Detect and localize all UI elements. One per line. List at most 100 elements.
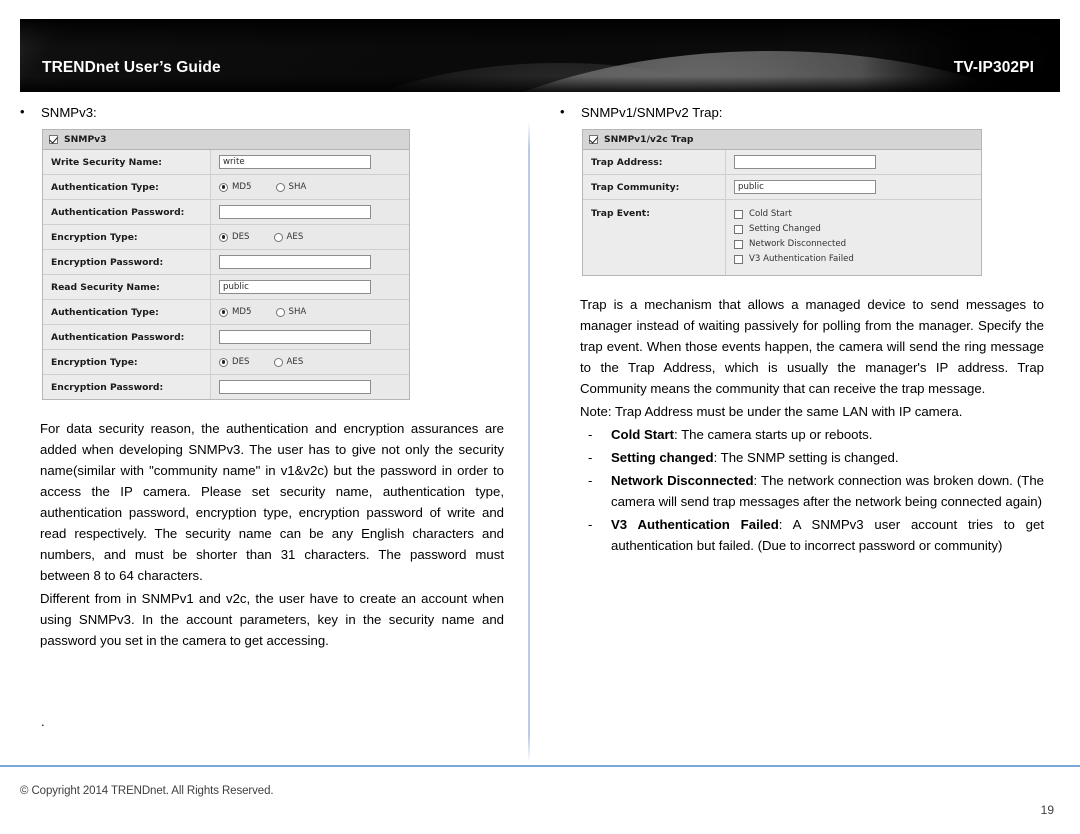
snmpv3-description-paragraph: For data security reason, the authentica… bbox=[40, 421, 504, 583]
read-encryption-password-input[interactable] bbox=[219, 380, 371, 394]
trap-community-cell: public bbox=[726, 175, 981, 199]
trap-enable-checkbox-icon[interactable] bbox=[589, 135, 598, 144]
event-term-v3-auth-failed: V3 Authentication Failed bbox=[611, 517, 779, 532]
read-auth-password-cell bbox=[211, 325, 409, 349]
read-encryption-type-aes-label: AES bbox=[286, 357, 304, 367]
read-encryption-type-option-aes[interactable]: AES bbox=[273, 357, 304, 367]
trap-note-paragraph: Note: Trap Address must be under the sam… bbox=[580, 404, 963, 419]
trap-community-label: Trap Community: bbox=[583, 175, 726, 199]
snmpv3-enable-checkbox-icon[interactable] bbox=[49, 135, 58, 144]
snmpv3-bullet-heading: SNMPv3: bbox=[16, 103, 516, 121]
write-auth-password-cell bbox=[211, 200, 409, 224]
read-encryption-password-label: Encryption Password: bbox=[43, 375, 211, 399]
write-security-name-input[interactable]: write bbox=[219, 155, 371, 169]
read-auth-password-label: Authentication Password: bbox=[43, 325, 211, 349]
trap-event-label: Trap Event: bbox=[583, 200, 726, 275]
list-item: Setting changed: The SNMP setting is cha… bbox=[556, 447, 1056, 468]
write-encryption-type-radio-group: DES AES bbox=[219, 232, 321, 242]
checkbox-icon[interactable] bbox=[734, 239, 743, 249]
snmpv3-bullet-label: SNMPv3: bbox=[41, 105, 97, 120]
left-text-block: For data security reason, the authentica… bbox=[16, 418, 516, 651]
snmpv3-panel-header-label: SNMPv3 bbox=[64, 134, 107, 145]
table-row: Trap Community: public bbox=[583, 175, 981, 200]
write-encryption-password-input[interactable] bbox=[219, 255, 371, 269]
right-text-block: Trap is a mechanism that allows a manage… bbox=[556, 294, 1056, 556]
read-encryption-type-des-label: DES bbox=[232, 357, 250, 367]
checkbox-icon[interactable] bbox=[734, 254, 743, 264]
radio-icon[interactable] bbox=[219, 182, 228, 192]
event-desc-cold-start: : The camera starts up or reboots. bbox=[674, 427, 873, 442]
write-encryption-password-cell bbox=[211, 250, 409, 274]
read-auth-type-radio-group: MD5 SHA bbox=[219, 307, 324, 317]
trap-bullet-heading: SNMPv1/SNMPv2 Trap: bbox=[556, 103, 1056, 121]
write-security-name-cell: write bbox=[211, 150, 409, 174]
trap-address-cell bbox=[726, 150, 981, 174]
trap-settings-panel: SNMPv1/v2c Trap Trap Address: Trap Commu… bbox=[582, 129, 982, 276]
read-auth-type-option-sha[interactable]: SHA bbox=[275, 307, 307, 317]
write-encryption-type-des-label: DES bbox=[232, 232, 250, 242]
write-auth-type-label: Authentication Type: bbox=[43, 175, 211, 199]
trap-event-v3-auth-failed[interactable]: V3 Authentication Failed bbox=[734, 254, 854, 264]
list-item: V3 Authentication Failed: A SNMPv3 user … bbox=[556, 514, 1056, 556]
write-encryption-type-option-des[interactable]: DES bbox=[219, 232, 250, 242]
trap-address-input[interactable] bbox=[734, 155, 876, 169]
footer-copyright: © Copyright 2014 TRENDnet. All Rights Re… bbox=[20, 785, 274, 797]
table-row: Encryption Password: bbox=[43, 375, 409, 399]
table-row: Trap Event: Cold Start Setting Changed N… bbox=[583, 200, 981, 275]
radio-icon[interactable] bbox=[219, 232, 228, 242]
read-encryption-password-cell bbox=[211, 375, 409, 399]
write-encryption-type-cell: DES AES bbox=[211, 225, 409, 249]
table-row: Trap Address: bbox=[583, 150, 981, 175]
banner-right-shade bbox=[860, 19, 1060, 92]
write-auth-type-option-md5[interactable]: MD5 bbox=[219, 182, 252, 192]
product-model-label: TV-IP302PI bbox=[953, 59, 1034, 76]
write-auth-type-option-sha[interactable]: SHA bbox=[275, 182, 306, 192]
checkbox-icon[interactable] bbox=[734, 209, 743, 219]
write-encryption-type-label: Encryption Type: bbox=[43, 225, 211, 249]
table-row: Authentication Password: bbox=[43, 325, 409, 350]
read-auth-type-option-md5[interactable]: MD5 bbox=[219, 307, 252, 317]
write-auth-type-radio-group: MD5 SHA bbox=[219, 182, 324, 192]
event-term-setting-changed: Setting changed bbox=[611, 450, 714, 465]
table-row: Encryption Password: bbox=[43, 250, 409, 275]
list-item: Network Disconnected: The network connec… bbox=[556, 470, 1056, 512]
radio-icon[interactable] bbox=[273, 357, 283, 367]
page-header-banner: TRENDnet User’s Guide TV-IP302PI bbox=[20, 19, 1060, 92]
write-encryption-type-option-aes[interactable]: AES bbox=[273, 232, 304, 242]
guide-title: TRENDnet User’s Guide bbox=[42, 59, 221, 76]
read-encryption-type-option-des[interactable]: DES bbox=[219, 357, 250, 367]
read-encryption-type-cell: DES AES bbox=[211, 350, 409, 374]
event-desc-setting-changed: : The SNMP setting is changed. bbox=[713, 450, 899, 465]
snmpv3-panel-header: SNMPv3 bbox=[43, 130, 409, 150]
trap-event-network-disconnected[interactable]: Network Disconnected bbox=[734, 239, 854, 249]
read-security-name-input[interactable]: public bbox=[219, 280, 371, 294]
read-auth-type-md5-label: MD5 bbox=[232, 307, 252, 317]
trap-bullet-label: SNMPv1/SNMPv2 Trap: bbox=[581, 105, 723, 120]
trap-event-checkbox-list: Cold Start Setting Changed Network Disco… bbox=[734, 206, 854, 267]
table-row: Authentication Type: MD5 SHA bbox=[43, 300, 409, 325]
left-column: SNMPv3: SNMPv3 Write Security Name: writ… bbox=[16, 103, 516, 653]
radio-icon[interactable] bbox=[275, 307, 285, 317]
write-auth-password-input[interactable] bbox=[219, 205, 371, 219]
trap-community-input[interactable]: public bbox=[734, 180, 876, 194]
table-row: Encryption Type: DES AES bbox=[43, 350, 409, 375]
table-row: Write Security Name: write bbox=[43, 150, 409, 175]
trap-event-cold-start-label: Cold Start bbox=[749, 209, 792, 219]
radio-icon[interactable] bbox=[219, 307, 228, 317]
trap-event-cold-start[interactable]: Cold Start bbox=[734, 209, 854, 219]
radio-icon[interactable] bbox=[273, 232, 283, 242]
page-number: 19 bbox=[1040, 803, 1054, 817]
read-security-name-label: Read Security Name: bbox=[43, 275, 211, 299]
event-term-cold-start: Cold Start bbox=[611, 427, 675, 442]
footer-divider-rule bbox=[0, 765, 1080, 767]
table-row: Authentication Password: bbox=[43, 200, 409, 225]
read-auth-type-sha-label: SHA bbox=[288, 307, 307, 317]
radio-icon[interactable] bbox=[275, 182, 285, 192]
trap-event-setting-changed[interactable]: Setting Changed bbox=[734, 224, 854, 234]
radio-icon[interactable] bbox=[219, 357, 228, 367]
write-auth-type-cell: MD5 SHA bbox=[211, 175, 409, 199]
checkbox-icon[interactable] bbox=[734, 224, 743, 234]
write-encryption-type-aes-label: AES bbox=[286, 232, 304, 242]
trap-description-paragraph: Trap is a mechanism that allows a manage… bbox=[580, 297, 1044, 396]
read-auth-password-input[interactable] bbox=[219, 330, 371, 344]
